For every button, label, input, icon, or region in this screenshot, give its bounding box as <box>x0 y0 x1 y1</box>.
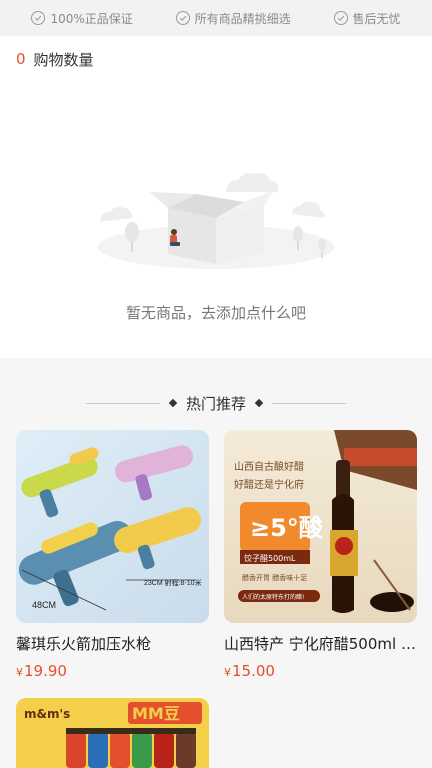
diamond-icon <box>168 398 178 408</box>
vinegar-image: 山西自古酿好醋 好醋还是宁化府 ≥5°酸 饺子醋500mL 醋香开胃 醋香味十足… <box>224 430 417 623</box>
cart-count-bar: 0 购物数量 <box>0 36 432 82</box>
guarantee-aftersale: 售后无忧 <box>333 10 401 27</box>
price-value: 15.00 <box>232 662 275 680</box>
hot-recommend-title: 热门推荐 <box>185 394 246 413</box>
check-circle-icon <box>333 11 348 25</box>
guarantee-selected: 所有商品精挑细选 <box>175 10 291 27</box>
vinegar-headline-1: 山西自古酿好醋 <box>234 460 304 473</box>
empty-box-illustration <box>98 172 334 269</box>
vinegar-footer: 人们的太原特东打的醋! <box>242 593 304 601</box>
empty-cart-message: 暂无商品，去添加点什么吧 <box>125 304 306 322</box>
product-image[interactable]: 48CM 23CM 射程:8-10米 <box>16 430 209 623</box>
divider <box>272 402 346 404</box>
mm-title: MM豆 <box>132 704 180 723</box>
cart-count-value: 0 <box>16 50 26 68</box>
size-label-a: 48CM <box>32 600 56 610</box>
guarantee-label: 所有商品精挑细选 <box>194 11 291 26</box>
price-value: 19.90 <box>24 662 67 680</box>
product-image[interactable]: MM豆 m&m's <box>16 698 209 768</box>
product-image[interactable]: 山西自古酿好醋 好醋还是宁化府 ≥5°酸 饺子醋500mL 醋香开胃 醋香味十足… <box>224 430 417 623</box>
product-card-vinegar[interactable]: 山西自古酿好醋 好醋还是宁化府 ≥5°酸 饺子醋500mL 醋香开胃 醋香味十足… <box>224 430 417 680</box>
hot-recommend-header: 热门推荐 <box>0 386 432 420</box>
water-gun-image: 48CM 23CM 射程:8-10米 <box>16 430 209 623</box>
product-card-water-gun[interactable]: 48CM 23CM 射程:8-10米 馨琪乐火箭加压水枪 ¥19.90 <box>16 430 209 680</box>
diamond-icon <box>254 398 264 408</box>
vinegar-bullet: 醋香开胃 醋香味十足 <box>242 573 307 582</box>
divider <box>85 402 160 404</box>
check-circle-icon <box>31 11 46 25</box>
product-price: ¥19.90 <box>16 662 209 680</box>
size-label-b: 23CM 射程:8-10米 <box>144 578 202 587</box>
product-name[interactable]: 馨琪乐火箭加压水枪 <box>16 633 209 654</box>
empty-cart-area: 暂无商品，去添加点什么吧 <box>0 82 432 358</box>
mm-brand-logo: m&m's <box>24 707 70 721</box>
guarantee-authentic: 100%正品保证 <box>31 10 133 27</box>
product-price: ¥15.00 <box>224 662 417 680</box>
vinegar-headline-2: 好醋还是宁化府 <box>234 478 304 491</box>
acid-badge-sub: 饺子醋500mL <box>244 553 296 563</box>
acid-badge: ≥5°酸 <box>250 514 324 542</box>
product-name[interactable]: 山西特产 宁化府醋500ml … <box>224 633 417 654</box>
guarantee-label: 售后无忧 <box>352 11 401 26</box>
check-circle-icon <box>175 11 190 25</box>
currency-symbol: ¥ <box>16 666 23 679</box>
mm-image: MM豆 m&m's <box>16 698 209 768</box>
cart-count-label: 购物数量 <box>33 50 94 69</box>
guarantee-bar: 100%正品保证 所有商品精挑细选 售后无忧 <box>0 0 432 36</box>
guarantee-label: 100%正品保证 <box>50 11 133 26</box>
currency-symbol: ¥ <box>224 666 231 679</box>
product-card-mm[interactable]: MM豆 m&m's <box>16 698 209 768</box>
